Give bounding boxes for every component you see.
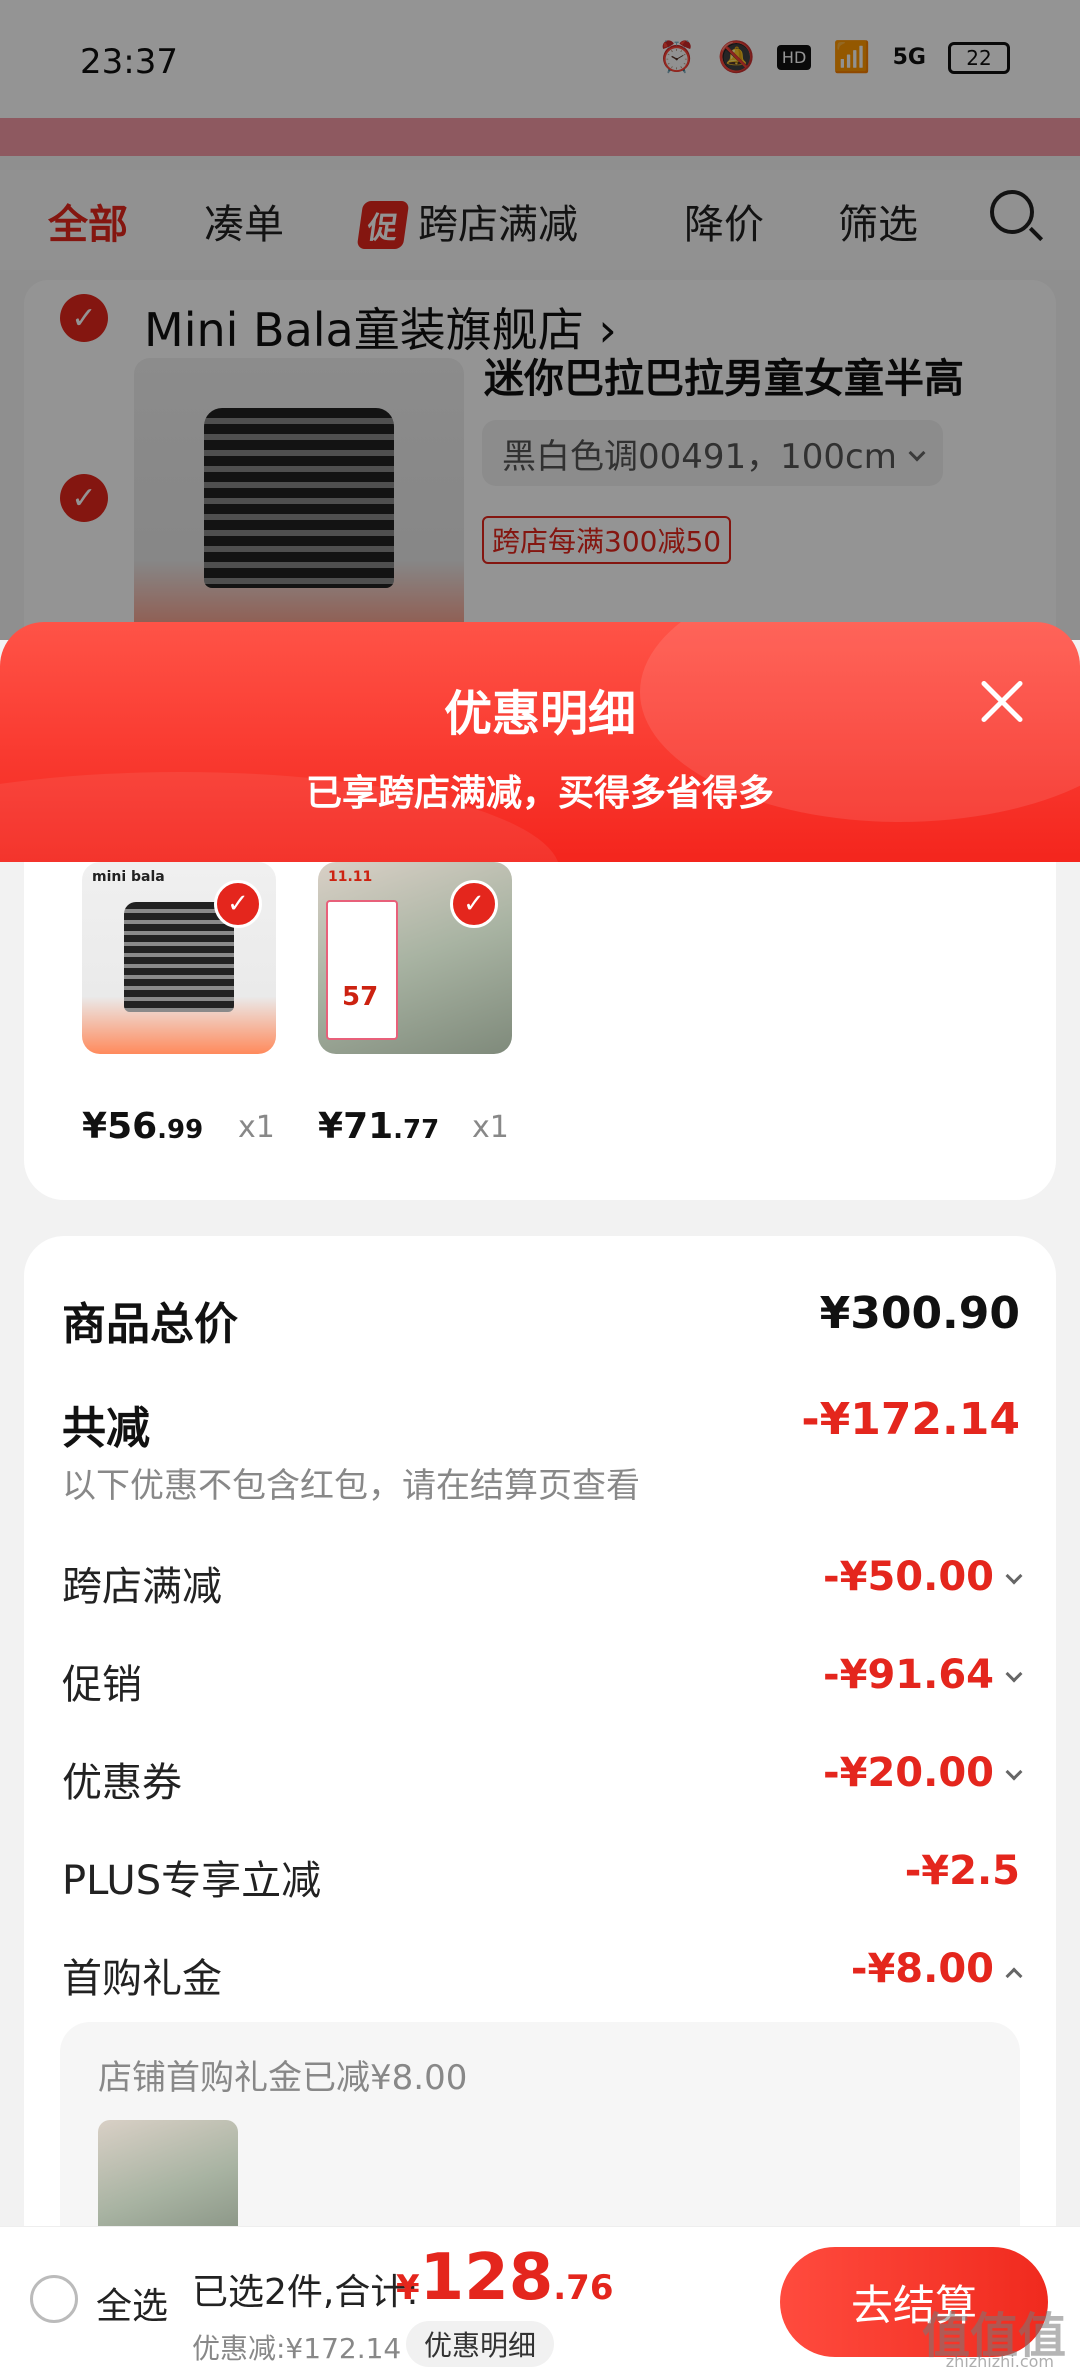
selected-count: 已选2件,合计: — [192, 2272, 419, 2313]
chevron-down-icon — [1005, 1763, 1023, 1781]
select-all-radio[interactable] — [30, 2275, 78, 2323]
item-image: mini bala ✓ — [82, 862, 276, 1054]
watermark-url: zhizhizhi.com — [945, 2352, 1054, 2371]
total-reduce-label: 共减 — [62, 1403, 150, 1454]
check-icon: ✓ — [450, 880, 498, 928]
discount-amount: 优惠减:¥172.14 — [192, 2332, 402, 2365]
row-promotion-label: 促销 — [62, 1662, 142, 1708]
item-image: 11.11 57 ✓ — [318, 862, 512, 1054]
chevron-up-icon — [1005, 1967, 1023, 1985]
close-icon[interactable] — [972, 672, 1032, 732]
chevron-down-icon — [1005, 1567, 1023, 1585]
total-price-value: ¥300.90 — [819, 1288, 1020, 1339]
list-item[interactable]: 11.11 57 ✓ — [318, 862, 512, 1054]
select-all-label[interactable]: 全选 — [96, 2277, 168, 2329]
brand-logo: mini bala — [92, 869, 165, 885]
sheet-subtitle: 已享跨店满减，买得多省得多 — [305, 773, 774, 814]
item-quantity: x1 — [238, 1110, 275, 1145]
discount-detail-button[interactable]: 优惠明细 — [406, 2321, 555, 2367]
item-price: ¥71.77 — [318, 1106, 440, 1147]
row-plus-label: PLUS专享立减 — [62, 1858, 322, 1904]
sheet-header: 优惠明细 已享跨店满减，买得多省得多 — [0, 622, 1080, 862]
row-cross-store-label: 跨店满减 — [62, 1564, 222, 1610]
check-icon: ✓ — [214, 880, 262, 928]
total-price-label: 商品总价 — [62, 1299, 238, 1350]
item-quantity: x1 — [472, 1110, 509, 1145]
total-reduce-value: -¥172.14 — [801, 1394, 1020, 1445]
chevron-down-icon — [1005, 1665, 1023, 1683]
price-summary: 商品总价 ¥300.90 共减 -¥172.14 以下优惠不包含红包，请在结算页… — [24, 1236, 1056, 2376]
sheet-title: 优惠明细 — [443, 686, 636, 742]
wipes-pack-image — [326, 900, 398, 1040]
discount-hint: 以下优惠不包含红包，请在结算页查看 — [62, 1466, 640, 1506]
modal-overlay[interactable] — [0, 0, 1080, 640]
row-plus-value: -¥2.5 — [904, 1848, 1020, 1894]
promo-logo: 11.11 — [328, 869, 373, 885]
row-first-gift-label: 首购礼金 — [62, 1956, 222, 2002]
row-coupon-value[interactable]: -¥20.00 — [823, 1750, 1023, 1796]
pack-price-badge: 57 — [342, 982, 379, 1012]
row-coupon-label: 优惠券 — [62, 1760, 182, 1806]
row-cross-store-value[interactable]: -¥50.00 — [823, 1554, 1023, 1600]
row-first-gift-value[interactable]: -¥8.00 — [851, 1946, 1023, 1992]
selected-items-card: mini bala ✓ 11.11 57 ✓ ¥56.99 x1 ¥71.77 … — [24, 862, 1056, 1200]
sweater-image — [124, 902, 234, 1012]
item-price: ¥56.99 — [82, 1106, 204, 1147]
gift-detail-text: 店铺首购礼金已减¥8.00 — [98, 2058, 468, 2098]
checkout-bar: 全选 已选2件,合计: ¥128.76 优惠减:¥172.14 优惠明细 去结算 — [0, 2226, 1080, 2376]
list-item[interactable]: mini bala ✓ — [82, 862, 276, 1054]
sheet-body: mini bala ✓ 11.11 57 ✓ ¥56.99 x1 ¥71.77 … — [0, 862, 1080, 2376]
total-amount: ¥128.76 — [396, 2241, 614, 2315]
row-promotion-value[interactable]: -¥91.64 — [823, 1652, 1023, 1698]
